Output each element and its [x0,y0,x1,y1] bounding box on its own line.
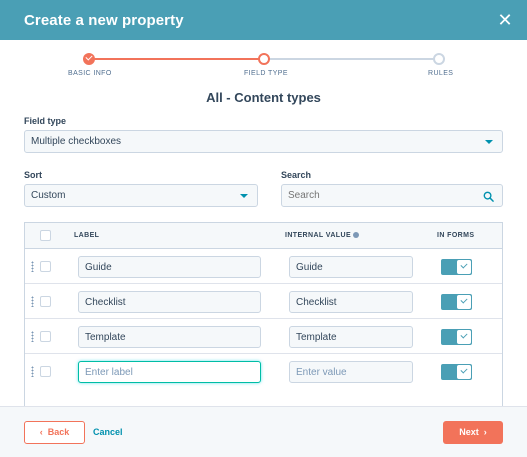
step-label-rules: RULES [428,70,454,77]
drag-handle-icon[interactable] [31,296,34,307]
chevron-down-icon [485,140,493,144]
in-forms-toggle[interactable] [441,294,472,310]
internal-value-header-text: INTERNAL VALUE [285,232,352,239]
step-connector-done [89,58,264,60]
sort-value: Custom [31,190,66,201]
field-type-label: Field type [24,116,67,126]
modal-header: Create a new property ✕ [0,0,527,40]
cancel-link[interactable]: Cancel [93,427,123,437]
chevron-right-icon: › [483,427,487,437]
column-header-label: LABEL [74,232,100,239]
in-forms-toggle[interactable] [441,329,472,345]
check-icon [457,330,471,344]
table-row [25,249,502,284]
field-type-select[interactable]: Multiple checkboxes [24,130,503,153]
table-row [25,319,502,354]
option-value-input[interactable] [289,256,413,278]
sort-label: Sort [24,170,42,180]
option-value-input[interactable] [289,291,413,313]
step-label-basic-info: BASIC INFO [68,70,112,77]
chevron-left-icon: ‹ [39,427,43,437]
chevron-down-icon [240,194,248,198]
next-button[interactable]: Next › [443,421,503,444]
progress-stepper: BASIC INFO FIELD TYPE RULES [0,40,527,84]
row-checkbox[interactable] [40,331,51,342]
drag-handle-icon[interactable] [31,331,34,342]
search-icon[interactable] [483,191,494,202]
info-icon[interactable] [353,232,360,239]
option-value-input[interactable] [289,326,413,348]
back-button-label: Back [47,427,70,437]
in-forms-toggle[interactable] [441,364,472,380]
column-header-internal-value: INTERNAL VALUE [285,232,360,239]
new-value-input[interactable] [289,361,413,383]
check-icon [457,295,471,309]
step-label-field-type: FIELD TYPE [244,70,288,77]
in-forms-toggle[interactable] [441,259,472,275]
search-box [281,184,503,207]
select-all-checkbox[interactable] [40,230,51,241]
step-pending-dot [433,53,445,65]
step-complete-check-icon [83,53,95,65]
sort-select[interactable]: Custom [24,184,258,207]
drag-handle-icon[interactable] [31,261,34,272]
check-icon [457,260,471,274]
column-header-in-forms: IN FORMS [437,232,475,239]
next-button-label: Next [459,427,479,437]
check-icon [457,365,471,379]
close-icon[interactable]: ✕ [493,8,517,32]
field-type-value: Multiple checkboxes [31,136,122,147]
option-label-input[interactable] [78,326,261,348]
row-checkbox[interactable] [40,261,51,272]
search-label: Search [281,170,312,180]
options-table: LABEL INTERNAL VALUE IN FORMS [24,222,503,412]
search-input[interactable] [288,190,458,201]
modal-footer: ‹ Back Cancel Next › [0,406,527,457]
new-label-input[interactable] [78,361,261,383]
modal-title: Create a new property [24,11,184,29]
option-label-input[interactable] [78,291,261,313]
drag-handle-icon[interactable] [31,366,34,377]
row-checkbox[interactable] [40,296,51,307]
back-button[interactable]: ‹ Back [24,421,85,444]
table-header: LABEL INTERNAL VALUE IN FORMS [25,223,502,249]
section-title: All - Content types [206,90,321,105]
option-label-input[interactable] [78,256,261,278]
table-row [25,284,502,319]
step-connector-pending [264,58,439,60]
new-option-row [25,354,502,389]
step-active-dot [258,53,270,65]
row-checkbox[interactable] [40,366,51,377]
